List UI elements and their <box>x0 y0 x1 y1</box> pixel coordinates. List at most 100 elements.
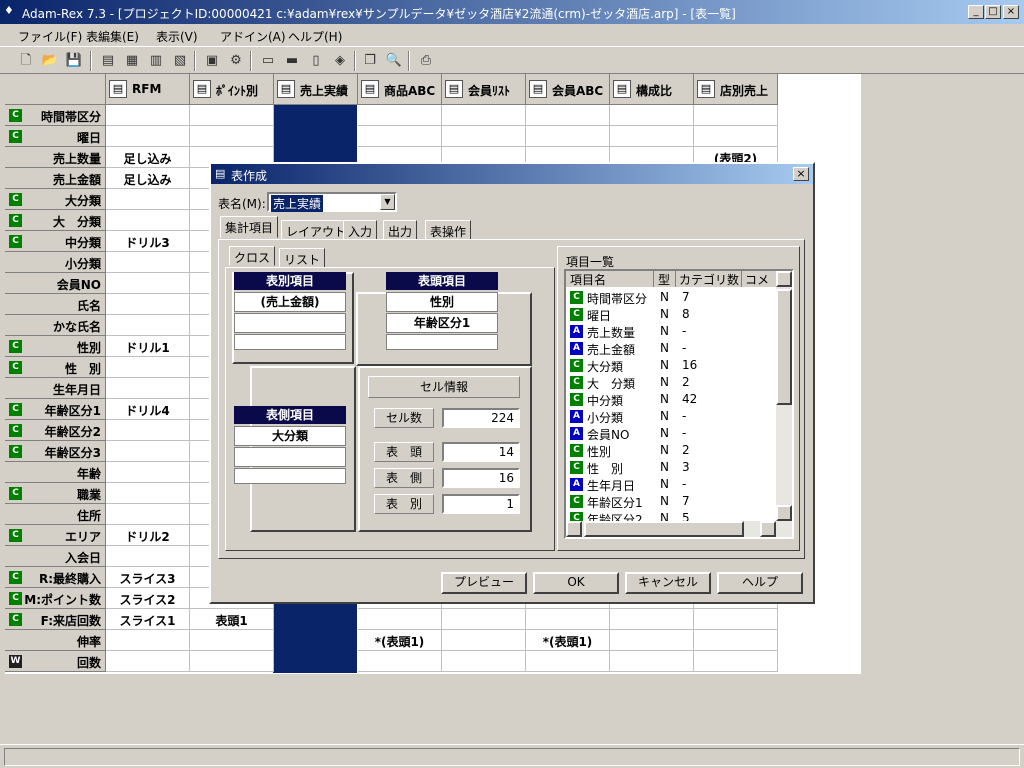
list-item[interactable]: C 曜日 N 8 <box>570 306 778 323</box>
row-header[interactable]: C 年齢区分3 <box>5 441 106 462</box>
grid-cell[interactable] <box>106 294 190 315</box>
grid-cell[interactable] <box>610 105 694 126</box>
grid-cell[interactable] <box>106 630 190 651</box>
grid-cell[interactable]: スライス1 <box>106 609 190 630</box>
minimize-button[interactable]: _ <box>968 5 984 19</box>
grid-cell[interactable] <box>610 651 694 672</box>
row-header[interactable]: 売上数量 <box>5 147 106 168</box>
row-header[interactable]: C エリア <box>5 525 106 546</box>
grid-cell[interactable] <box>106 252 190 273</box>
item-list[interactable]: 項目名 型 カテゴリ数 コメン C時間帯区分N7C曜日N8A売上数量N-A売上金… <box>564 269 794 539</box>
grid-cell[interactable] <box>694 609 778 630</box>
grid-cell[interactable] <box>442 126 526 147</box>
grid-cell[interactable] <box>190 651 274 672</box>
grid-cell[interactable] <box>694 630 778 651</box>
scroll-up-icon[interactable] <box>776 271 792 287</box>
hyobetsu-slot-3[interactable] <box>234 334 346 350</box>
grid-cell[interactable] <box>358 126 442 147</box>
view4-icon[interactable]: ◈ <box>330 51 350 71</box>
hyobetsu-slot-1[interactable]: (売上金額) <box>234 292 346 312</box>
tab-items[interactable]: 集計項目 <box>220 216 279 238</box>
list-item[interactable]: C 年齢区分1 N 7 <box>570 493 778 510</box>
save-icon[interactable]: 💾 <box>64 51 84 71</box>
grid-cell[interactable]: ドリル2 <box>106 525 190 546</box>
row-header[interactable]: C 性別 <box>5 336 106 357</box>
hyoto-slot-2[interactable]: 年齢区分1 <box>386 313 498 333</box>
grid-cell[interactable] <box>442 651 526 672</box>
column-header[interactable]: ▤ RFM <box>106 74 190 105</box>
row-header[interactable]: W 回数 <box>5 651 106 672</box>
tab-output[interactable]: 出力 <box>383 220 418 240</box>
grid-cell[interactable]: 足し込み <box>106 147 190 168</box>
list-item[interactable]: A 売上金額 N - <box>570 340 778 357</box>
row-header[interactable]: C 時間帯区分 <box>5 105 106 126</box>
grid-cell[interactable] <box>358 651 442 672</box>
search-icon[interactable]: 🔍 <box>384 51 404 71</box>
row-header[interactable]: 氏名 <box>5 294 106 315</box>
list-item[interactable]: A 会員NO N - <box>570 425 778 442</box>
column-header[interactable]: ▤ 店別売上 <box>694 74 778 105</box>
row-header[interactable]: C 大分類 <box>5 189 106 210</box>
grid-cell[interactable] <box>106 273 190 294</box>
row-header[interactable]: 住所 <box>5 504 106 525</box>
grid-cell[interactable] <box>106 651 190 672</box>
row-header[interactable]: 年齢 <box>5 462 106 483</box>
row-header[interactable]: 生年月日 <box>5 378 106 399</box>
grid-cell[interactable]: ドリル1 <box>106 336 190 357</box>
list-item[interactable]: C 性 別 N3 <box>570 459 778 476</box>
list-item[interactable]: A 売上数量 N - <box>570 323 778 340</box>
view1-icon[interactable]: ▭ <box>258 51 278 71</box>
row-header[interactable]: 伸率 <box>5 630 106 651</box>
grid-cell[interactable]: スライス3 <box>106 567 190 588</box>
horizontal-scrollbar[interactable] <box>566 521 792 537</box>
table-name-combo[interactable]: 売上実績 ▼ <box>267 192 397 212</box>
hyosoku-slot-3[interactable] <box>234 468 346 484</box>
ok-button[interactable]: OK <box>533 572 619 594</box>
print-icon[interactable]: ⎙ <box>416 51 436 71</box>
subtab-list[interactable]: リスト <box>279 248 326 268</box>
grid-cell[interactable] <box>442 609 526 630</box>
preview-button[interactable]: プレビュー <box>441 572 527 594</box>
list-item[interactable]: C 大 分類 N 2 <box>570 374 778 391</box>
grid-cell[interactable] <box>526 651 610 672</box>
grid-cell[interactable] <box>694 105 778 126</box>
header-name[interactable]: 項目名 <box>566 271 654 287</box>
column-header[interactable]: ▤ 構成比 <box>610 74 694 105</box>
row-header[interactable]: C R:最終購入 <box>5 567 106 588</box>
list-item[interactable]: A 生年月日 N - <box>570 476 778 493</box>
vertical-scrollbar[interactable] <box>776 271 792 521</box>
tab-input[interactable]: 入力 <box>343 220 378 240</box>
hyosoku-slot-1[interactable]: 大分類 <box>234 426 346 446</box>
row-header[interactable]: かな氏名 <box>5 315 106 336</box>
grid-cell[interactable] <box>106 126 190 147</box>
scroll-down-icon[interactable] <box>776 505 792 521</box>
maximize-button[interactable]: □ <box>985 5 1001 19</box>
row-header[interactable]: C 曜日 <box>5 126 106 147</box>
row-header[interactable]: C 中分類 <box>5 231 106 252</box>
grid-cell[interactable] <box>610 609 694 630</box>
dialog-close-button[interactable]: × <box>793 167 809 181</box>
list-item[interactable]: A 小分類 N - <box>570 408 778 425</box>
column-header[interactable]: ▤ ﾎﾟｲﾝﾄ別 <box>190 74 274 105</box>
duplicate-icon[interactable]: ❐ <box>360 51 380 71</box>
list-item[interactable]: C 時間帯区分 N 7 <box>570 289 778 306</box>
grid-cell[interactable] <box>106 462 190 483</box>
row-header[interactable]: C M:ポイント数 <box>5 588 106 609</box>
scroll-right-icon[interactable] <box>760 521 776 537</box>
column-header[interactable]: ▤ 会員ABC <box>526 74 610 105</box>
hyosoku-box[interactable]: 表側項目 大分類 <box>234 406 346 486</box>
grid-cell[interactable] <box>610 126 694 147</box>
row-header[interactable]: 会員NO <box>5 273 106 294</box>
grid-cell[interactable]: 足し込み <box>106 168 190 189</box>
grid-cell[interactable] <box>106 357 190 378</box>
column-header[interactable]: ▤ 商品ABC <box>358 74 442 105</box>
grid-cell[interactable]: *(表頭1) <box>358 630 442 651</box>
row-header[interactable]: 入会日 <box>5 546 106 567</box>
grid-cell[interactable] <box>694 651 778 672</box>
row-header[interactable]: C 年齢区分2 <box>5 420 106 441</box>
cancel-button[interactable]: キャンセル <box>625 572 711 594</box>
grid-cell[interactable] <box>106 504 190 525</box>
grid-cell[interactable]: スライス2 <box>106 588 190 609</box>
subtab-cross[interactable]: クロス <box>229 246 276 266</box>
view3-icon[interactable]: ▯ <box>306 51 326 71</box>
